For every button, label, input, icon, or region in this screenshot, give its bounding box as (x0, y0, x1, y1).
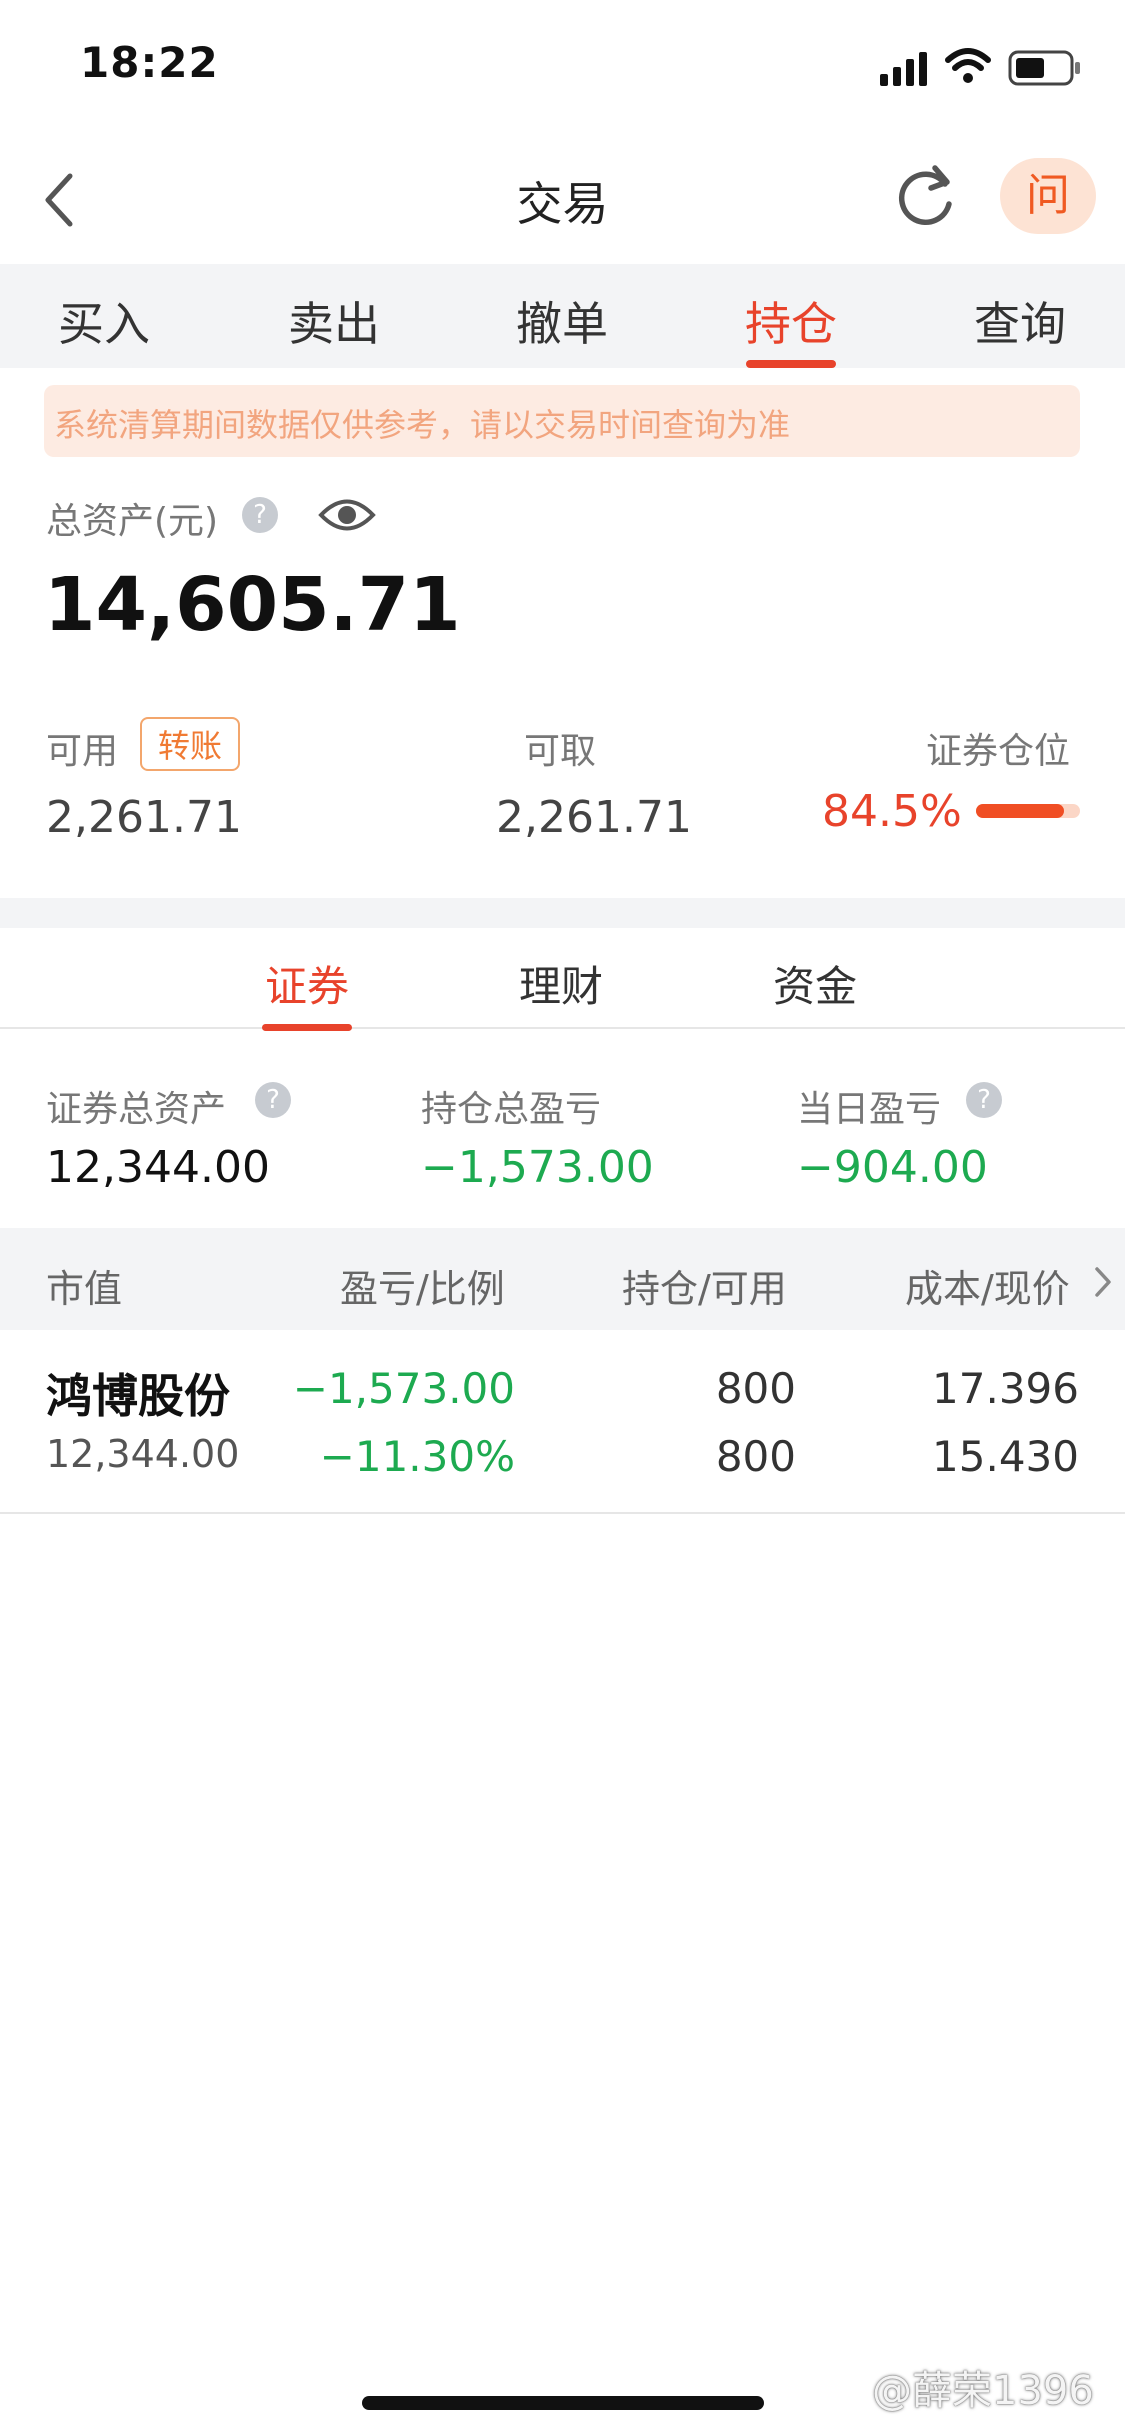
cost-price: 17.396 (932, 1364, 1079, 1413)
holding-pl-value: −1,573.00 (421, 1142, 654, 1193)
tab-sell[interactable]: 卖出 (264, 288, 404, 354)
column-header-market-value: 市值 (46, 1267, 123, 1311)
pl-ratio: −11.30% (319, 1432, 515, 1481)
eye-icon[interactable] (318, 494, 376, 536)
table-row[interactable]: 鸿博股份 12,344.00 −1,573.00 −11.30% 800 800… (0, 1332, 1125, 1512)
column-header-pl-ratio: 盈亏/比例 (340, 1267, 505, 1311)
securities-total-label: 证券总资产 (46, 1089, 227, 1130)
available-qty: 800 (715, 1432, 796, 1481)
available-value: 2,261.71 (46, 792, 242, 843)
active-tab-indicator (746, 360, 836, 368)
current-price: 15.430 (932, 1432, 1079, 1481)
watermark: @薛荣1396 (872, 2368, 1094, 2414)
tab-holdings[interactable]: 持仓 (721, 288, 861, 354)
daily-pl-value: −904.00 (797, 1142, 988, 1193)
status-time: 18:22 (80, 38, 219, 87)
wifi-icon (945, 48, 991, 83)
transfer-button[interactable]: 转账 (140, 717, 240, 771)
refresh-icon[interactable] (895, 160, 959, 230)
cellular-signal-icon (880, 50, 930, 86)
securities-total-value: 12,344.00 (46, 1142, 270, 1193)
subtab-divider (0, 1027, 1125, 1029)
position-ratio-value: 84.5% (822, 786, 962, 837)
help-icon[interactable]: ? (255, 1082, 291, 1118)
market-value: 12,344.00 (46, 1432, 240, 1476)
tab-cancel-order[interactable]: 撤单 (492, 288, 632, 354)
chevron-right-icon[interactable] (1092, 1264, 1114, 1300)
holding-qty: 800 (715, 1364, 796, 1413)
row-divider (0, 1512, 1125, 1514)
help-icon[interactable]: ? (242, 497, 278, 533)
total-assets-value: 14,605.71 (44, 562, 461, 648)
active-subtab-indicator (262, 1024, 352, 1031)
battery-icon (1008, 50, 1080, 86)
subtab-wealth[interactable]: 理财 (491, 953, 631, 1014)
stock-name: 鸿博股份 (46, 1369, 230, 1423)
available-label: 可用 (46, 731, 119, 772)
column-header-cost-price[interactable]: 成本/现价 (905, 1258, 1070, 1313)
position-ratio-label: 证券仓位 (926, 731, 1071, 772)
ask-button[interactable]: 问 (1000, 158, 1096, 234)
help-icon[interactable]: ? (966, 1082, 1002, 1118)
pl-value: −1,573.00 (292, 1364, 515, 1413)
position-progress-fill (976, 804, 1064, 818)
daily-pl-label: 当日盈亏 (797, 1089, 942, 1130)
withdrawable-label: 可取 (524, 731, 597, 772)
holding-pl-label: 持仓总盈亏 (421, 1089, 602, 1130)
section-divider (0, 898, 1125, 928)
column-header-holding-available: 持仓/可用 (622, 1267, 787, 1311)
tab-query[interactable]: 查询 (950, 288, 1090, 354)
tab-buy[interactable]: 买入 (34, 288, 174, 354)
main-tab-bar: 买入 卖出 撤单 持仓 查询 (0, 264, 1125, 368)
total-assets-label: 总资产(元) (46, 501, 219, 542)
withdrawable-value: 2,261.71 (496, 792, 692, 843)
subtab-funds[interactable]: 资金 (745, 953, 885, 1014)
notice-text: 系统清算期间数据仅供参考，请以交易时间查询为准 (54, 406, 791, 444)
home-indicator[interactable] (362, 2396, 764, 2410)
subtab-securities[interactable]: 证券 (237, 953, 377, 1014)
